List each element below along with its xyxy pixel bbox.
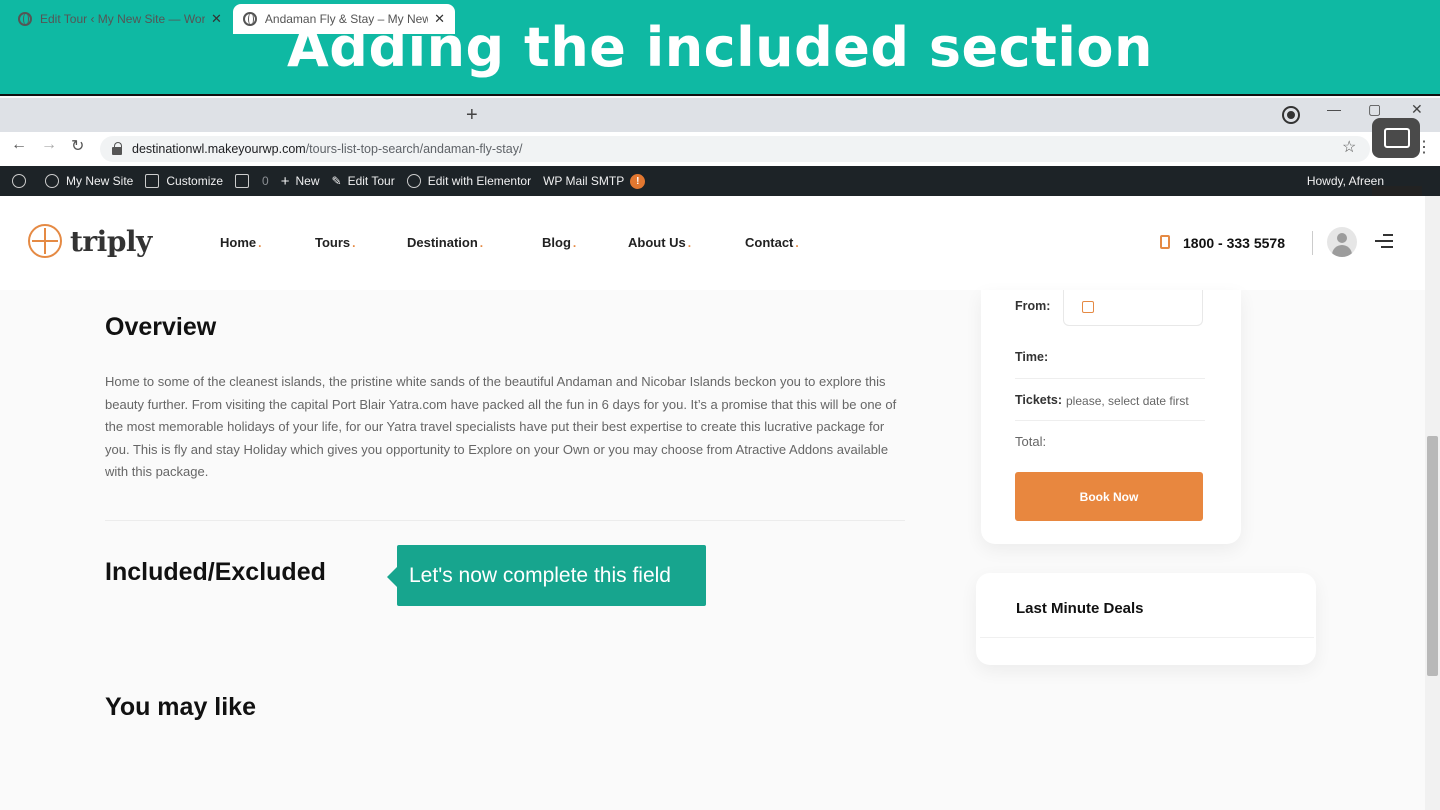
browser-tab-andaman[interactable]: Andaman Fly & Stay – My New Site ✕ [233, 4, 455, 34]
overview-heading: Overview [105, 313, 217, 341]
tutorial-tooltip: Let's now complete this field [387, 545, 706, 606]
phone-icon [1160, 235, 1170, 249]
section-divider [105, 520, 905, 521]
nav-label: About Us [628, 235, 686, 250]
reload-icon[interactable]: ↻ [71, 136, 84, 156]
nav-label: Destination [407, 235, 478, 250]
admin-bar-label: Edit with Elementor [427, 174, 532, 188]
wp-admin-bar: My New Site Customize 0 + New ✎ Edit Tour … [0, 166, 1440, 196]
url-domain: destinationwl.makeyourwp.com [132, 142, 306, 156]
nav-label: Tours [315, 235, 351, 250]
browser-tab-edit-tour[interactable]: Edit Tour ‹ My New Site — WordPress ✕ [8, 4, 232, 34]
logo-text: triply [70, 224, 152, 258]
nav-tours[interactable]: Tours. [315, 235, 356, 250]
site-logo[interactable]: triply [28, 224, 152, 258]
close-tab-icon[interactable]: ✕ [434, 11, 445, 27]
admin-bar-label: Customize [166, 174, 224, 188]
admin-bar-wp-mail-smtp[interactable]: WP Mail SMTP! [543, 173, 646, 189]
close-window-button[interactable]: ✕ [1411, 101, 1423, 118]
last-minute-deals-title: Last Minute Deals [1016, 600, 1144, 617]
compass-icon [28, 224, 62, 258]
phone-number[interactable]: 1800 - 333 5578 [1183, 235, 1285, 251]
comment-icon [235, 174, 250, 188]
maximize-button[interactable]: ▢ [1368, 101, 1381, 118]
record-icon[interactable] [1284, 108, 1298, 122]
card-divider [980, 637, 1314, 638]
bookmark-star-icon[interactable]: ☆ [1342, 137, 1356, 157]
back-icon[interactable]: ← [11, 136, 27, 154]
last-minute-deals-card [976, 573, 1316, 665]
comment-count: 0 [262, 174, 269, 188]
row-divider [1015, 378, 1205, 379]
screen-share-icon[interactable] [1372, 118, 1420, 158]
dropdown-dot-icon: . [479, 236, 484, 250]
admin-bar-my-new-site[interactable]: My New Site [45, 174, 133, 188]
row-divider [1015, 420, 1205, 421]
admin-bar-label: New [295, 174, 320, 188]
scrollbar-thumb[interactable] [1427, 436, 1438, 676]
browser-tabstrip [0, 98, 1440, 132]
admin-bar-edit-tour[interactable]: ✎ Edit Tour [332, 174, 395, 188]
calendar-icon [1082, 301, 1094, 313]
admin-bar-label: Edit Tour [347, 174, 395, 188]
admin-bar-comments[interactable]: 0 [235, 174, 269, 188]
nav-blog[interactable]: Blog. [542, 235, 576, 250]
overview-text: Home to some of the cleanest islands, th… [105, 374, 897, 479]
minimize-button[interactable]: — [1327, 101, 1341, 117]
nav-label: Blog [542, 235, 571, 250]
admin-bar-customize[interactable]: Customize [145, 174, 223, 188]
dropdown-dot-icon: . [687, 236, 692, 250]
dropdown-dot-icon: . [258, 236, 262, 250]
tickets-label: Tickets: [1015, 393, 1063, 407]
wordpress-logo-icon[interactable] [12, 174, 33, 188]
globe-icon [243, 12, 257, 26]
globe-icon [18, 12, 32, 26]
address-bar[interactable]: destinationwl.makeyourwp.com/tours-list-… [100, 136, 1370, 162]
lock-icon [112, 142, 122, 155]
admin-bar-label: My New Site [66, 174, 134, 188]
tickets-note: please, select date first [1066, 394, 1189, 408]
dropdown-dot-icon: . [352, 236, 356, 250]
admin-bar-elementor[interactable]: Edit with Elementor [406, 174, 532, 188]
hamburger-menu-icon[interactable] [1375, 234, 1393, 248]
date-picker-field[interactable] [1063, 290, 1203, 326]
nav-about-us[interactable]: About Us. [628, 235, 691, 250]
dropdown-dot-icon: . [795, 236, 799, 250]
elementor-icon [406, 174, 421, 188]
dashboard-icon [45, 174, 59, 188]
url-path: /tours-list-top-search/andaman-fly-stay/ [305, 142, 523, 156]
nav-label: Contact [745, 235, 794, 250]
from-label: From: [1015, 299, 1051, 313]
nav-contact[interactable]: Contact. [745, 235, 799, 250]
alert-badge: ! [630, 173, 646, 189]
included-excluded-heading: Included/Excluded [105, 558, 326, 586]
nav-destination[interactable]: Destination. [407, 235, 483, 250]
dropdown-dot-icon: . [572, 236, 577, 250]
tab-title: Andaman Fly & Stay – My New Site [264, 12, 429, 26]
new-tab-button[interactable]: + [466, 104, 478, 127]
tab-title: Edit Tour ‹ My New Site — WordPress [40, 12, 205, 26]
time-label: Time: [1015, 350, 1049, 364]
header-divider [1312, 231, 1313, 255]
forward-icon[interactable]: → [41, 136, 57, 154]
user-avatar[interactable] [1327, 227, 1357, 257]
admin-bar-label: WP Mail SMTP [543, 174, 625, 188]
pencil-icon: ✎ [331, 174, 342, 188]
nav-home[interactable]: Home. [220, 235, 261, 250]
plus-icon: + [280, 172, 290, 190]
nav-label: Home [220, 235, 257, 250]
admin-bar-new[interactable]: + New [281, 173, 320, 190]
book-now-button[interactable]: Book Now [1015, 472, 1203, 521]
close-tab-icon[interactable]: ✕ [211, 11, 222, 27]
you-may-like-heading: You may like [105, 693, 256, 721]
total-label: Total: [1015, 434, 1047, 449]
brush-icon [145, 174, 160, 188]
